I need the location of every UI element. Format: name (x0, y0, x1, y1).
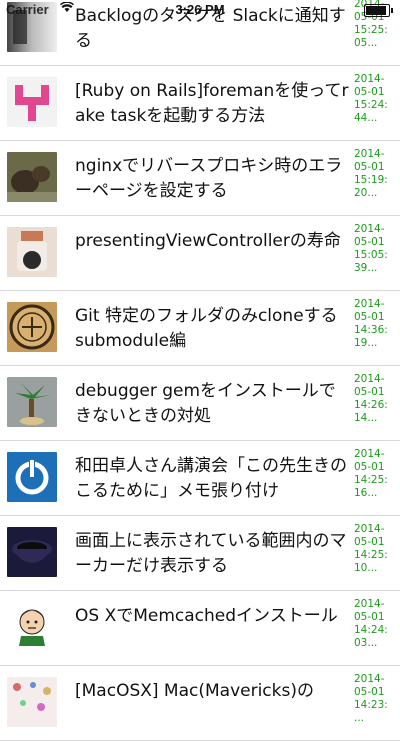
article-title: [MacOSX] Mac(Mavericks)の (75, 681, 314, 701)
date-part: 19... (354, 337, 378, 349)
article-title: [Ruby on Rails]foremanを使ってrake taskを起動する… (75, 81, 349, 126)
article-title: Git 特定のフォルダのみcloneする submodule編 (75, 306, 338, 351)
date-part: 14:26: (354, 399, 388, 411)
jar-photo-thumbnail (7, 227, 57, 277)
power-logo-thumbnail (7, 452, 57, 502)
date-part: 2014- (354, 148, 385, 160)
article-title: 和田卓人さん講演会「この先生きのこるために」メモ張り付け (75, 456, 347, 501)
status-time: 3:26 PM (175, 2, 225, 17)
feed-list: Backlogのタスクを Slackに通知する 2014- 05-01 15:2… (0, 0, 400, 741)
animal-photo-thumbnail (7, 152, 57, 202)
palm-tree-figure-thumbnail (7, 377, 57, 427)
date-part: 16... (354, 487, 378, 499)
date-part: 2014- (354, 523, 385, 535)
feed-item[interactable]: [Ruby on Rails]foremanを使ってrake taskを起動する… (0, 66, 400, 141)
date-part: 2014- (354, 448, 385, 460)
seal-emblem-thumbnail (7, 302, 57, 352)
feed-item[interactable]: presentingViewControllerの寿命 2014- 05-01 … (0, 216, 400, 291)
date-part: 2014- (354, 223, 385, 235)
date-part: 05-01 (354, 386, 385, 398)
article-title: 画面上に表示されている範囲内のマーカーだけ表示する (75, 531, 347, 576)
date-part: 15:25: (354, 24, 388, 36)
date-part: 39... (354, 262, 378, 274)
article-date: 2014- 05-01 15:19: 20... (354, 148, 394, 200)
date-part: 10... (354, 562, 378, 574)
date-part: 2014- (354, 73, 385, 85)
date-part: 03... (354, 637, 378, 649)
article-date: 2014- 05-01 14:24: 03... (354, 598, 394, 650)
article-date: 2014- 05-01 14:25: 16... (354, 448, 394, 500)
date-part: ... (354, 712, 365, 724)
date-part: 05-01 (354, 311, 385, 323)
article-date: 2014- 05-01 14:23: ... (354, 673, 394, 725)
status-bar: Carrier 3:26 PM (0, 0, 400, 20)
date-part: 2014- (354, 673, 385, 685)
date-part: 05-01 (354, 611, 385, 623)
date-part: 2014- (354, 598, 385, 610)
article-date: 2014- 05-01 14:26: 14... (354, 373, 394, 425)
date-part: 15:05: (354, 249, 388, 261)
date-part: 20... (354, 187, 378, 199)
date-part: 14:23: (354, 699, 388, 711)
cartoon-avatar-thumbnail (7, 602, 57, 652)
coffee-cup-photo-thumbnail (7, 527, 57, 577)
date-part: 2014- (354, 298, 385, 310)
feed-item[interactable]: OS XでMemcachedインストール 2014- 05-01 14:24: … (0, 591, 400, 666)
date-part: 15:19: (354, 174, 388, 186)
date-part: 05-01 (354, 86, 385, 98)
article-date: 2014- 05-01 15:05: 39... (354, 223, 394, 275)
article-title: debugger gemをインストールできないときの対処 (75, 381, 336, 426)
battery-icon (364, 4, 393, 17)
feed-item[interactable]: 和田卓人さん講演会「この先生きのこるために」メモ張り付け 2014- 05-01… (0, 441, 400, 516)
pink-pixel-icon-thumbnail (7, 77, 57, 127)
date-part: 14... (354, 412, 378, 424)
feed-item[interactable]: nginxでリバースプロキシ時のエラーページを設定する 2014- 05-01 … (0, 141, 400, 216)
feed-item[interactable]: Git 特定のフォルダのみcloneする submodule編 2014- 05… (0, 291, 400, 366)
date-part: 14:25: (354, 549, 388, 561)
article-date: 2014- 05-01 14:25: 10... (354, 523, 394, 575)
article-date: 2014- 05-01 14:36: 19... (354, 298, 394, 350)
date-part: 05-01 (354, 161, 385, 173)
date-part: 2014- (354, 373, 385, 385)
article-title: presentingViewControllerの寿命 (75, 231, 341, 251)
article-date: 2014- 05-01 15:24: 44... (354, 73, 394, 125)
feed-item[interactable]: 画面上に表示されている範囲内のマーカーだけ表示する 2014- 05-01 14… (0, 516, 400, 591)
date-part: 05... (354, 37, 378, 49)
date-part: 05-01 (354, 536, 385, 548)
feed-item[interactable]: [MacOSX] Mac(Mavericks)の 2014- 05-01 14:… (0, 666, 400, 741)
pattern-thumbnail (7, 677, 57, 727)
date-part: 05-01 (354, 686, 385, 698)
article-title: OS XでMemcachedインストール (75, 606, 338, 626)
date-part: 15:24: (354, 99, 388, 111)
date-part: 05-01 (354, 236, 385, 248)
date-part: 44... (354, 112, 378, 124)
date-part: 14:36: (354, 324, 388, 336)
article-title: nginxでリバースプロキシ時のエラーページを設定する (75, 156, 343, 201)
date-part: 05-01 (354, 461, 385, 473)
feed-item[interactable]: debugger gemをインストールできないときの対処 2014- 05-01… (0, 366, 400, 441)
date-part: 14:24: (354, 624, 388, 636)
date-part: 14:25: (354, 474, 388, 486)
